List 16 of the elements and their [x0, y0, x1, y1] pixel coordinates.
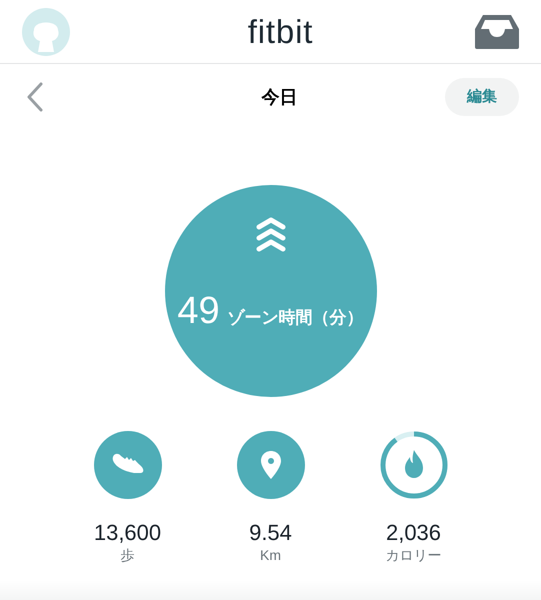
stat-unit: 歩	[120, 546, 134, 564]
location-pin-icon[interactable]	[236, 431, 304, 499]
app-logo: fitbit	[248, 12, 314, 52]
back-icon[interactable]	[26, 81, 44, 113]
page-title: 今日	[262, 86, 298, 108]
zone-minutes-value: 49	[177, 289, 220, 334]
stat-value: 2,036	[386, 519, 442, 546]
stat-unit: Km	[260, 546, 281, 564]
shoe-icon[interactable]	[94, 431, 162, 499]
inbox-icon[interactable]	[474, 14, 519, 48]
zone-minutes-label: ゾーン時間（分）	[228, 307, 364, 329]
stat-value: 9.54	[249, 519, 292, 546]
stat-value: 13,600	[94, 519, 162, 546]
flame-ring-icon[interactable]	[380, 431, 448, 499]
stat-unit: カロリー	[386, 546, 442, 564]
edit-button[interactable]: 編集	[445, 78, 519, 116]
